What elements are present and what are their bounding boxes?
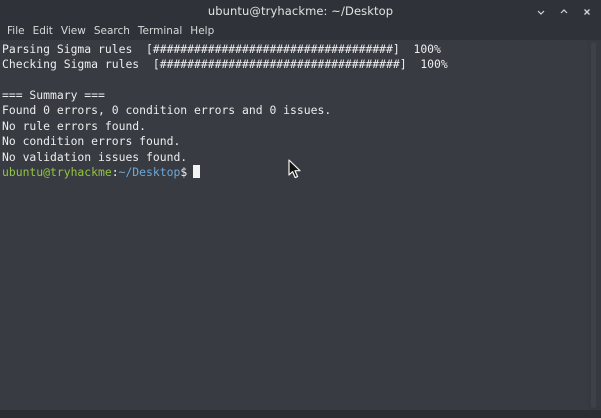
- terminal-window: ubuntu@tryhackme: ~/Desktop File Edit Vi…: [0, 0, 601, 418]
- text-cursor: [193, 165, 201, 178]
- terminal-line-no-validation-issues: No validation issues found.: [2, 150, 188, 164]
- menu-help[interactable]: Help: [186, 23, 218, 40]
- window-title: ubuntu@tryhackme: ~/Desktop: [207, 4, 394, 18]
- terminal-line-found-errors: Found 0 errors, 0 condition errors and 0…: [2, 103, 332, 117]
- terminal-scrollbar[interactable]: [587, 40, 601, 410]
- menu-edit[interactable]: Edit: [29, 23, 57, 40]
- prompt-user-host: ubuntu@tryhackme: [2, 165, 112, 179]
- menu-terminal[interactable]: Terminal: [134, 23, 186, 40]
- prompt-separator: :: [111, 165, 119, 179]
- window-controls: [532, 3, 595, 20]
- menu-search[interactable]: Search: [90, 23, 134, 40]
- terminal-output-area[interactable]: Parsing Sigma rules [###################…: [0, 40, 587, 410]
- menu-view[interactable]: View: [57, 23, 90, 40]
- menu-bar: File Edit View Search Terminal Help: [0, 23, 601, 40]
- terminal-line-parsing: Parsing Sigma rules [###################…: [2, 42, 441, 56]
- terminal-line-summary-header: === Summary ===: [2, 88, 105, 102]
- terminal-line-checking: Checking Sigma rules [##################…: [2, 57, 448, 71]
- minimize-icon[interactable]: [532, 3, 549, 20]
- maximize-icon[interactable]: [555, 3, 572, 20]
- prompt-path: ~/Desktop: [118, 165, 181, 179]
- menu-file[interactable]: File: [3, 23, 29, 40]
- prompt-symbol: $: [180, 165, 188, 179]
- scrollbar-thumb[interactable]: [591, 42, 596, 408]
- window-bottom-edge: [0, 410, 601, 418]
- title-bar[interactable]: ubuntu@tryhackme: ~/Desktop: [0, 0, 601, 23]
- terminal-line-no-rule-errors: No rule errors found.: [2, 119, 147, 133]
- mouse-pointer-icon: [288, 159, 302, 184]
- shell-prompt[interactable]: ubuntu@tryhackme:~/Desktop$: [2, 165, 201, 180]
- close-icon[interactable]: [578, 3, 595, 20]
- terminal-line-no-condition-errors: No condition errors found.: [2, 134, 181, 148]
